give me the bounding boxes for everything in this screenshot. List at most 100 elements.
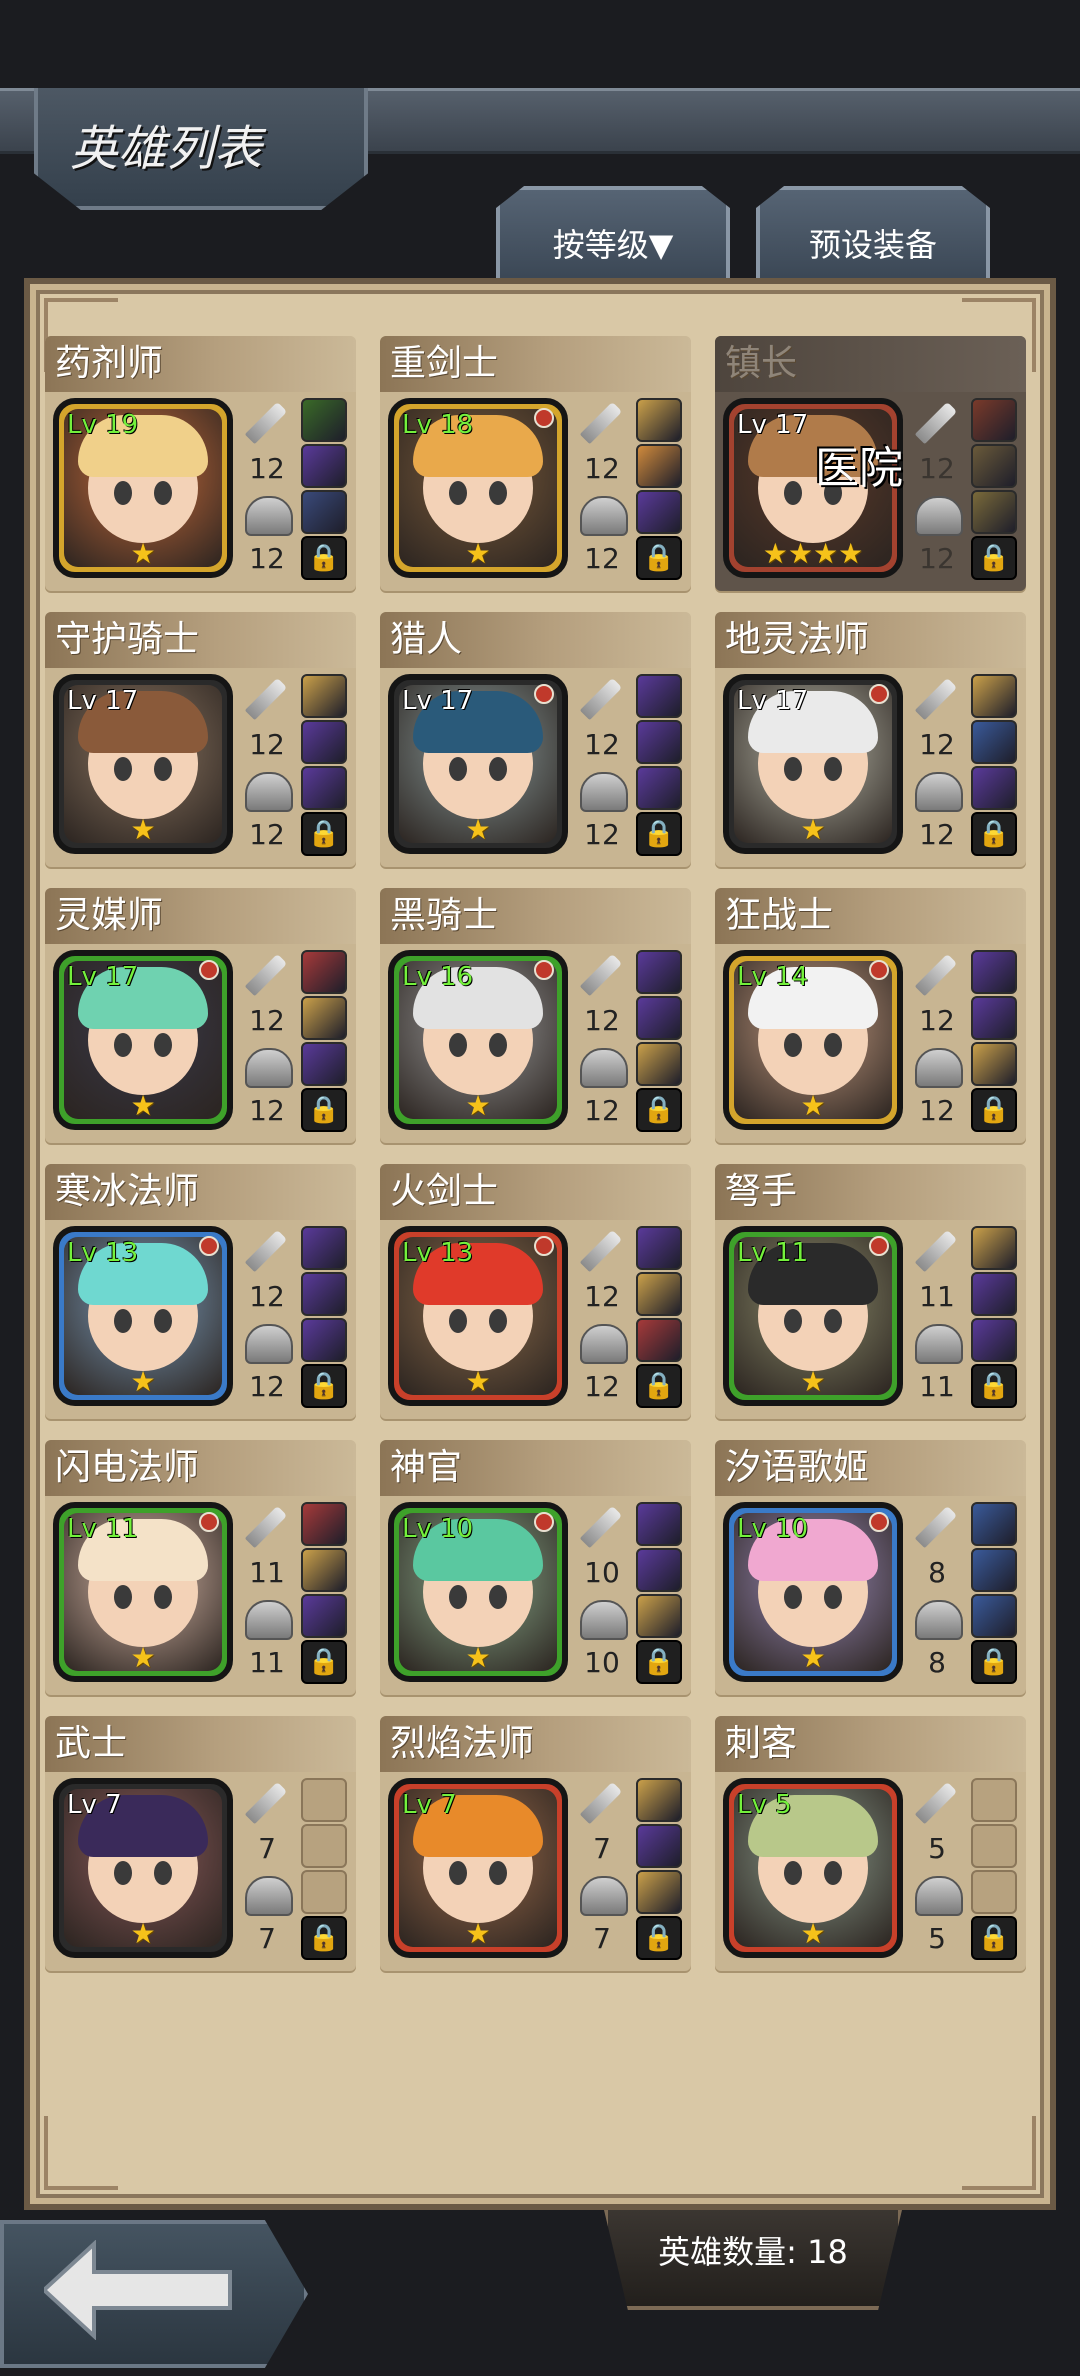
- hero-card[interactable]: 狂战士 Lv 14 ★ 12 12 🔒: [715, 888, 1026, 1143]
- equipment-item-icon[interactable]: [301, 1548, 347, 1592]
- hero-portrait[interactable]: Lv 11 ★: [53, 1502, 233, 1682]
- equipment-item-icon[interactable]: [971, 490, 1017, 534]
- hero-card[interactable]: 烈焰法师 Lv 7 ★ 7 7 🔒: [380, 1716, 691, 1971]
- hero-portrait[interactable]: Lv 17 ★: [388, 674, 568, 854]
- lock-icon[interactable]: 🔒: [636, 1088, 682, 1132]
- lock-icon[interactable]: 🔒: [301, 1088, 347, 1132]
- empty-equipment-slot[interactable]: [971, 1870, 1017, 1914]
- equipment-item-icon[interactable]: [971, 398, 1017, 442]
- hero-portrait[interactable]: Lv 19 ★: [53, 398, 233, 578]
- hero-card[interactable]: 寒冰法师 Lv 13 ★ 12 12 🔒: [45, 1164, 356, 1419]
- lock-icon[interactable]: 🔒: [301, 1916, 347, 1960]
- lock-icon[interactable]: 🔒: [301, 1640, 347, 1684]
- equipment-item-icon[interactable]: [301, 996, 347, 1040]
- hero-card[interactable]: 守护骑士 Lv 17 ★ 12 12 🔒: [45, 612, 356, 867]
- hero-card[interactable]: 神官 Lv 10 ★ 10 10 🔒: [380, 1440, 691, 1695]
- equipment-item-icon[interactable]: [636, 1548, 682, 1592]
- equipment-item-icon[interactable]: [636, 1502, 682, 1546]
- equipment-item-icon[interactable]: [301, 444, 347, 488]
- equipment-item-icon[interactable]: [971, 1548, 1017, 1592]
- hero-card[interactable]: 闪电法师 Lv 11 ★ 11 11 🔒: [45, 1440, 356, 1695]
- lock-icon[interactable]: 🔒: [636, 812, 682, 856]
- sort-by-level-button[interactable]: 按等级▼: [496, 186, 730, 286]
- hero-portrait[interactable]: Lv 10 ★: [723, 1502, 903, 1682]
- empty-equipment-slot[interactable]: [301, 1778, 347, 1822]
- equipment-item-icon[interactable]: [636, 1042, 682, 1086]
- equipment-item-icon[interactable]: [971, 1502, 1017, 1546]
- equipment-item-icon[interactable]: [636, 720, 682, 764]
- hero-portrait[interactable]: Lv 10 ★: [388, 1502, 568, 1682]
- equipment-item-icon[interactable]: [971, 1594, 1017, 1638]
- hero-card[interactable]: 弩手 Lv 11 ★ 11 11 🔒: [715, 1164, 1026, 1419]
- hero-portrait[interactable]: Lv 17 ★: [53, 950, 233, 1130]
- equipment-item-icon[interactable]: [971, 720, 1017, 764]
- equipment-item-icon[interactable]: [636, 444, 682, 488]
- hero-portrait[interactable]: Lv 7 ★: [388, 1778, 568, 1958]
- hero-card[interactable]: 重剑士 Lv 18 ★ 12 12 🔒: [380, 336, 691, 591]
- lock-icon[interactable]: 🔒: [971, 1364, 1017, 1408]
- lock-icon[interactable]: 🔒: [971, 536, 1017, 580]
- hero-portrait[interactable]: Lv 16 ★: [388, 950, 568, 1130]
- hero-portrait[interactable]: Lv 11 ★: [723, 1226, 903, 1406]
- lock-icon[interactable]: 🔒: [971, 1088, 1017, 1132]
- equipment-item-icon[interactable]: [636, 490, 682, 534]
- equipment-item-icon[interactable]: [636, 1594, 682, 1638]
- equipment-item-icon[interactable]: [971, 674, 1017, 718]
- equipment-item-icon[interactable]: [301, 1272, 347, 1316]
- equipment-item-icon[interactable]: [301, 1594, 347, 1638]
- hero-portrait[interactable]: Lv 13 ★: [388, 1226, 568, 1406]
- equipment-item-icon[interactable]: [971, 1042, 1017, 1086]
- hero-card[interactable]: 药剂师 Lv 19 ★ 12 12 🔒: [45, 336, 356, 591]
- empty-equipment-slot[interactable]: [301, 1824, 347, 1868]
- equipment-item-icon[interactable]: [971, 444, 1017, 488]
- equipment-item-icon[interactable]: [301, 1226, 347, 1270]
- hero-card[interactable]: 武士 Lv 7 ★ 7 7 🔒: [45, 1716, 356, 1971]
- equipment-item-icon[interactable]: [971, 1226, 1017, 1270]
- hero-card[interactable]: 地灵法师 Lv 17 ★ 12 12 🔒: [715, 612, 1026, 867]
- lock-icon[interactable]: 🔒: [636, 1640, 682, 1684]
- equipment-item-icon[interactable]: [636, 1870, 682, 1914]
- equipment-item-icon[interactable]: [971, 996, 1017, 1040]
- hero-card[interactable]: 镇长 Lv 17 ★★★★ 医院 12 12 🔒: [715, 336, 1026, 591]
- lock-icon[interactable]: 🔒: [971, 1916, 1017, 1960]
- equipment-item-icon[interactable]: [971, 950, 1017, 994]
- equipment-item-icon[interactable]: [301, 720, 347, 764]
- equipment-item-icon[interactable]: [971, 1272, 1017, 1316]
- hero-portrait[interactable]: Lv 13 ★: [53, 1226, 233, 1406]
- preset-equipment-button[interactable]: 预设装备: [756, 186, 990, 286]
- hero-card[interactable]: 刺客 Lv 5 ★ 5 5 🔒: [715, 1716, 1026, 1971]
- lock-icon[interactable]: 🔒: [301, 812, 347, 856]
- equipment-item-icon[interactable]: [971, 766, 1017, 810]
- equipment-item-icon[interactable]: [301, 674, 347, 718]
- hero-portrait[interactable]: Lv 18 ★: [388, 398, 568, 578]
- equipment-item-icon[interactable]: [636, 996, 682, 1040]
- lock-icon[interactable]: 🔒: [301, 536, 347, 580]
- lock-icon[interactable]: 🔒: [636, 1916, 682, 1960]
- equipment-item-icon[interactable]: [636, 950, 682, 994]
- empty-equipment-slot[interactable]: [971, 1824, 1017, 1868]
- hero-portrait[interactable]: Lv 17 ★: [723, 674, 903, 854]
- equipment-item-icon[interactable]: [301, 766, 347, 810]
- equipment-item-icon[interactable]: [636, 1824, 682, 1868]
- hero-portrait[interactable]: Lv 17 ★: [53, 674, 233, 854]
- equipment-item-icon[interactable]: [301, 490, 347, 534]
- hero-card[interactable]: 火剑士 Lv 13 ★ 12 12 🔒: [380, 1164, 691, 1419]
- equipment-item-icon[interactable]: [636, 766, 682, 810]
- equipment-item-icon[interactable]: [301, 1502, 347, 1546]
- equipment-item-icon[interactable]: [636, 1272, 682, 1316]
- equipment-item-icon[interactable]: [301, 1042, 347, 1086]
- hero-portrait[interactable]: Lv 14 ★: [723, 950, 903, 1130]
- equipment-item-icon[interactable]: [636, 674, 682, 718]
- hero-card[interactable]: 猎人 Lv 17 ★ 12 12 🔒: [380, 612, 691, 867]
- empty-equipment-slot[interactable]: [971, 1778, 1017, 1822]
- lock-icon[interactable]: 🔒: [636, 536, 682, 580]
- back-arrow-icon[interactable]: [44, 2240, 234, 2340]
- hero-portrait[interactable]: Lv 7 ★: [53, 1778, 233, 1958]
- equipment-item-icon[interactable]: [636, 1226, 682, 1270]
- hero-card[interactable]: 汐语歌姬 Lv 10 ★ 8 8 🔒: [715, 1440, 1026, 1695]
- hero-portrait[interactable]: Lv 5 ★: [723, 1778, 903, 1958]
- hero-card[interactable]: 黑骑士 Lv 16 ★ 12 12 🔒: [380, 888, 691, 1143]
- equipment-item-icon[interactable]: [636, 1778, 682, 1822]
- hero-card[interactable]: 灵媒师 Lv 17 ★ 12 12 🔒: [45, 888, 356, 1143]
- equipment-item-icon[interactable]: [636, 1318, 682, 1362]
